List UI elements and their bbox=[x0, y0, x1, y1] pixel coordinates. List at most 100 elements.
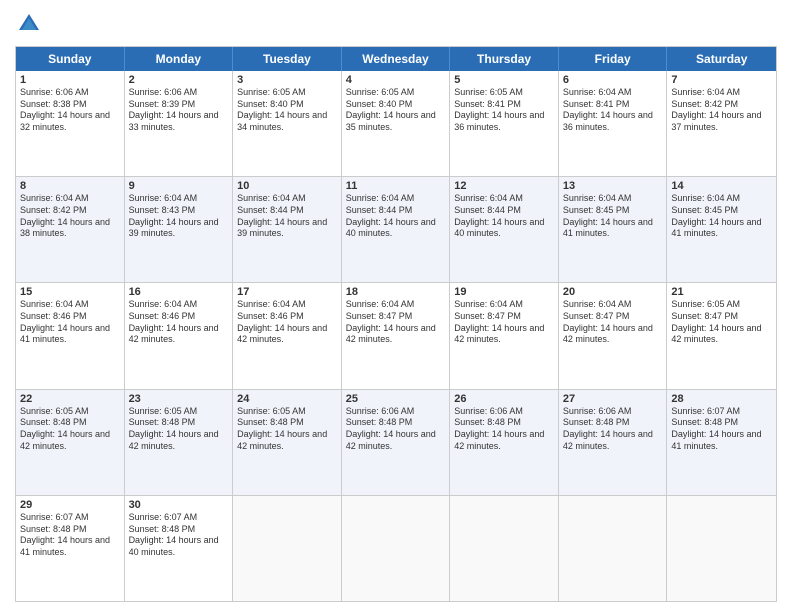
calendar-cell: 14 Sunrise: 6:04 AMSunset: 8:45 PMDaylig… bbox=[667, 177, 776, 282]
weekday-header-tuesday: Tuesday bbox=[233, 47, 342, 71]
calendar-row-3: 22 Sunrise: 6:05 AMSunset: 8:48 PMDaylig… bbox=[16, 390, 776, 496]
header bbox=[15, 10, 777, 38]
day-number: 24 bbox=[237, 393, 337, 405]
calendar-cell: 6 Sunrise: 6:04 AMSunset: 8:41 PMDayligh… bbox=[559, 71, 668, 176]
weekday-header-wednesday: Wednesday bbox=[342, 47, 451, 71]
calendar-cell: 1 Sunrise: 6:06 AMSunset: 8:38 PMDayligh… bbox=[16, 71, 125, 176]
cell-info: Sunrise: 6:04 AMSunset: 8:47 PMDaylight:… bbox=[454, 299, 544, 344]
day-number: 27 bbox=[563, 393, 663, 405]
calendar-cell: 20 Sunrise: 6:04 AMSunset: 8:47 PMDaylig… bbox=[559, 283, 668, 388]
calendar-cell: 16 Sunrise: 6:04 AMSunset: 8:46 PMDaylig… bbox=[125, 283, 234, 388]
day-number: 23 bbox=[129, 393, 229, 405]
cell-info: Sunrise: 6:06 AMSunset: 8:48 PMDaylight:… bbox=[563, 406, 653, 451]
cell-info: Sunrise: 6:04 AMSunset: 8:44 PMDaylight:… bbox=[346, 193, 436, 238]
day-number: 17 bbox=[237, 286, 337, 298]
day-number: 25 bbox=[346, 393, 446, 405]
cell-info: Sunrise: 6:04 AMSunset: 8:43 PMDaylight:… bbox=[129, 193, 219, 238]
day-number: 7 bbox=[671, 74, 772, 86]
day-number: 20 bbox=[563, 286, 663, 298]
day-number: 26 bbox=[454, 393, 554, 405]
weekday-header-monday: Monday bbox=[125, 47, 234, 71]
day-number: 4 bbox=[346, 74, 446, 86]
day-number: 2 bbox=[129, 74, 229, 86]
cell-info: Sunrise: 6:05 AMSunset: 8:41 PMDaylight:… bbox=[454, 87, 544, 132]
day-number: 22 bbox=[20, 393, 120, 405]
cell-info: Sunrise: 6:05 AMSunset: 8:40 PMDaylight:… bbox=[346, 87, 436, 132]
calendar-cell: 5 Sunrise: 6:05 AMSunset: 8:41 PMDayligh… bbox=[450, 71, 559, 176]
cell-info: Sunrise: 6:04 AMSunset: 8:47 PMDaylight:… bbox=[346, 299, 436, 344]
cell-info: Sunrise: 6:04 AMSunset: 8:42 PMDaylight:… bbox=[671, 87, 761, 132]
calendar-cell bbox=[233, 496, 342, 601]
calendar-row-1: 8 Sunrise: 6:04 AMSunset: 8:42 PMDayligh… bbox=[16, 177, 776, 283]
calendar-row-4: 29 Sunrise: 6:07 AMSunset: 8:48 PMDaylig… bbox=[16, 496, 776, 601]
calendar-cell: 8 Sunrise: 6:04 AMSunset: 8:42 PMDayligh… bbox=[16, 177, 125, 282]
day-number: 29 bbox=[20, 499, 120, 511]
cell-info: Sunrise: 6:05 AMSunset: 8:40 PMDaylight:… bbox=[237, 87, 327, 132]
calendar-cell bbox=[559, 496, 668, 601]
day-number: 10 bbox=[237, 180, 337, 192]
calendar-cell: 3 Sunrise: 6:05 AMSunset: 8:40 PMDayligh… bbox=[233, 71, 342, 176]
day-number: 30 bbox=[129, 499, 229, 511]
calendar-cell: 19 Sunrise: 6:04 AMSunset: 8:47 PMDaylig… bbox=[450, 283, 559, 388]
calendar-body: 1 Sunrise: 6:06 AMSunset: 8:38 PMDayligh… bbox=[16, 71, 776, 601]
calendar-cell: 11 Sunrise: 6:04 AMSunset: 8:44 PMDaylig… bbox=[342, 177, 451, 282]
calendar-cell: 25 Sunrise: 6:06 AMSunset: 8:48 PMDaylig… bbox=[342, 390, 451, 495]
calendar-cell: 4 Sunrise: 6:05 AMSunset: 8:40 PMDayligh… bbox=[342, 71, 451, 176]
page: SundayMondayTuesdayWednesdayThursdayFrid… bbox=[0, 0, 792, 612]
cell-info: Sunrise: 6:06 AMSunset: 8:39 PMDaylight:… bbox=[129, 87, 219, 132]
calendar-cell: 17 Sunrise: 6:04 AMSunset: 8:46 PMDaylig… bbox=[233, 283, 342, 388]
day-number: 18 bbox=[346, 286, 446, 298]
cell-info: Sunrise: 6:04 AMSunset: 8:42 PMDaylight:… bbox=[20, 193, 110, 238]
calendar-cell: 9 Sunrise: 6:04 AMSunset: 8:43 PMDayligh… bbox=[125, 177, 234, 282]
calendar-cell: 30 Sunrise: 6:07 AMSunset: 8:48 PMDaylig… bbox=[125, 496, 234, 601]
calendar-cell: 28 Sunrise: 6:07 AMSunset: 8:48 PMDaylig… bbox=[667, 390, 776, 495]
cell-info: Sunrise: 6:04 AMSunset: 8:46 PMDaylight:… bbox=[237, 299, 327, 344]
day-number: 5 bbox=[454, 74, 554, 86]
cell-info: Sunrise: 6:04 AMSunset: 8:44 PMDaylight:… bbox=[454, 193, 544, 238]
day-number: 8 bbox=[20, 180, 120, 192]
cell-info: Sunrise: 6:04 AMSunset: 8:46 PMDaylight:… bbox=[129, 299, 219, 344]
calendar-cell: 27 Sunrise: 6:06 AMSunset: 8:48 PMDaylig… bbox=[559, 390, 668, 495]
day-number: 16 bbox=[129, 286, 229, 298]
calendar-cell: 7 Sunrise: 6:04 AMSunset: 8:42 PMDayligh… bbox=[667, 71, 776, 176]
day-number: 21 bbox=[671, 286, 772, 298]
calendar-cell: 24 Sunrise: 6:05 AMSunset: 8:48 PMDaylig… bbox=[233, 390, 342, 495]
weekday-header-sunday: Sunday bbox=[16, 47, 125, 71]
cell-info: Sunrise: 6:07 AMSunset: 8:48 PMDaylight:… bbox=[129, 512, 219, 557]
day-number: 28 bbox=[671, 393, 772, 405]
calendar-row-2: 15 Sunrise: 6:04 AMSunset: 8:46 PMDaylig… bbox=[16, 283, 776, 389]
cell-info: Sunrise: 6:05 AMSunset: 8:47 PMDaylight:… bbox=[671, 299, 761, 344]
calendar-cell: 29 Sunrise: 6:07 AMSunset: 8:48 PMDaylig… bbox=[16, 496, 125, 601]
day-number: 11 bbox=[346, 180, 446, 192]
cell-info: Sunrise: 6:05 AMSunset: 8:48 PMDaylight:… bbox=[129, 406, 219, 451]
cell-info: Sunrise: 6:04 AMSunset: 8:46 PMDaylight:… bbox=[20, 299, 110, 344]
cell-info: Sunrise: 6:04 AMSunset: 8:47 PMDaylight:… bbox=[563, 299, 653, 344]
cell-info: Sunrise: 6:06 AMSunset: 8:48 PMDaylight:… bbox=[454, 406, 544, 451]
calendar-cell: 26 Sunrise: 6:06 AMSunset: 8:48 PMDaylig… bbox=[450, 390, 559, 495]
calendar-cell bbox=[450, 496, 559, 601]
cell-info: Sunrise: 6:07 AMSunset: 8:48 PMDaylight:… bbox=[20, 512, 110, 557]
calendar-cell: 10 Sunrise: 6:04 AMSunset: 8:44 PMDaylig… bbox=[233, 177, 342, 282]
calendar-cell: 18 Sunrise: 6:04 AMSunset: 8:47 PMDaylig… bbox=[342, 283, 451, 388]
calendar-row-0: 1 Sunrise: 6:06 AMSunset: 8:38 PMDayligh… bbox=[16, 71, 776, 177]
weekday-header-saturday: Saturday bbox=[667, 47, 776, 71]
calendar-cell: 12 Sunrise: 6:04 AMSunset: 8:44 PMDaylig… bbox=[450, 177, 559, 282]
calendar-cell bbox=[667, 496, 776, 601]
calendar-header: SundayMondayTuesdayWednesdayThursdayFrid… bbox=[16, 47, 776, 71]
cell-info: Sunrise: 6:05 AMSunset: 8:48 PMDaylight:… bbox=[237, 406, 327, 451]
weekday-header-friday: Friday bbox=[559, 47, 668, 71]
day-number: 9 bbox=[129, 180, 229, 192]
calendar: SundayMondayTuesdayWednesdayThursdayFrid… bbox=[15, 46, 777, 602]
logo-icon bbox=[15, 10, 43, 38]
calendar-cell: 2 Sunrise: 6:06 AMSunset: 8:39 PMDayligh… bbox=[125, 71, 234, 176]
cell-info: Sunrise: 6:06 AMSunset: 8:38 PMDaylight:… bbox=[20, 87, 110, 132]
cell-info: Sunrise: 6:04 AMSunset: 8:45 PMDaylight:… bbox=[671, 193, 761, 238]
day-number: 12 bbox=[454, 180, 554, 192]
cell-info: Sunrise: 6:07 AMSunset: 8:48 PMDaylight:… bbox=[671, 406, 761, 451]
calendar-cell: 23 Sunrise: 6:05 AMSunset: 8:48 PMDaylig… bbox=[125, 390, 234, 495]
cell-info: Sunrise: 6:04 AMSunset: 8:44 PMDaylight:… bbox=[237, 193, 327, 238]
day-number: 14 bbox=[671, 180, 772, 192]
logo bbox=[15, 10, 47, 38]
cell-info: Sunrise: 6:06 AMSunset: 8:48 PMDaylight:… bbox=[346, 406, 436, 451]
day-number: 15 bbox=[20, 286, 120, 298]
